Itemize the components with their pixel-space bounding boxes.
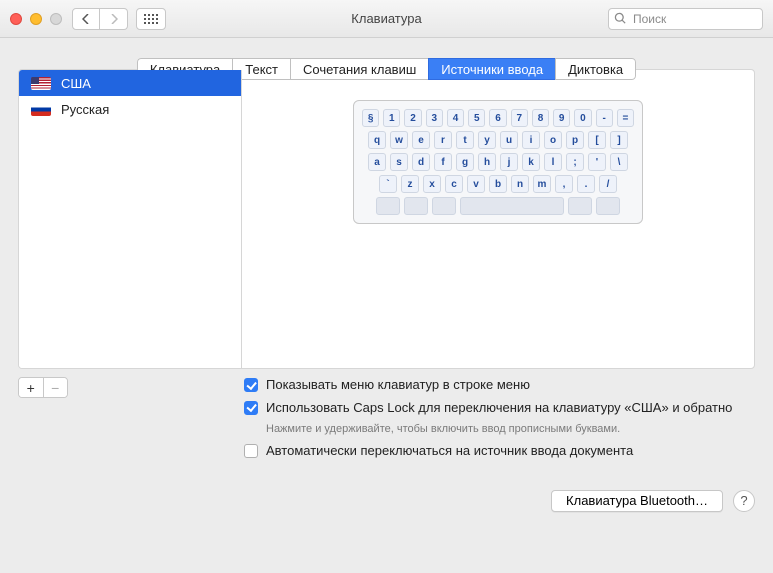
show-all-prefs-button[interactable]	[136, 8, 166, 30]
source-name: Русская	[61, 102, 109, 117]
remove-source-button[interactable]: −	[43, 378, 68, 397]
modifier-key	[376, 197, 400, 215]
keyboard-layout-preview: §1234567890-= qwertyuiop[] asdfghjkl;'\ `zx…	[353, 100, 643, 224]
key: 1	[383, 109, 400, 127]
help-button[interactable]: ?	[733, 490, 755, 512]
titlebar: Клавиатура	[0, 0, 773, 38]
key: n	[511, 175, 529, 193]
input-source-list[interactable]: США Русская	[19, 70, 242, 368]
key: x	[423, 175, 441, 193]
key: 7	[511, 109, 528, 127]
content: КлавиатураТекстСочетания клавишИсточники…	[0, 38, 773, 476]
layout-preview-pane: §1234567890-= qwertyuiop[] asdfghjkl;'\ `zx…	[242, 70, 754, 368]
options: Показывать меню клавиатур в строке меню …	[244, 377, 755, 460]
modifier-key	[568, 197, 592, 215]
key: 6	[489, 109, 506, 127]
key: s	[390, 153, 408, 171]
grid-icon	[144, 14, 158, 24]
back-button[interactable]	[72, 8, 100, 30]
search-icon	[614, 12, 627, 25]
key: [	[588, 131, 606, 149]
key: 2	[404, 109, 421, 127]
key: ]	[610, 131, 628, 149]
checkbox[interactable]	[244, 444, 258, 458]
window-controls	[10, 13, 62, 25]
key: l	[544, 153, 562, 171]
key: u	[500, 131, 518, 149]
key: f	[434, 153, 452, 171]
key: q	[368, 131, 386, 149]
search-field-wrap	[608, 8, 763, 30]
key: 8	[532, 109, 549, 127]
key: t	[456, 131, 474, 149]
source-item-us[interactable]: США	[19, 70, 241, 96]
option-auto-switch[interactable]: Автоматически переключаться на источник …	[244, 443, 755, 460]
key: '	[588, 153, 606, 171]
key: i	[522, 131, 540, 149]
search-input[interactable]	[608, 8, 763, 30]
footer: Клавиатура Bluetooth… ?	[0, 476, 773, 526]
option-caps-lock[interactable]: Использовать Caps Lock для переключения …	[244, 400, 755, 417]
modifier-key	[404, 197, 428, 215]
option-label: Автоматически переключаться на источник …	[266, 443, 633, 460]
sources-panel: США Русская §1234567890-= qwertyuiop[] asdf…	[18, 69, 755, 369]
close-window-button[interactable]	[10, 13, 22, 25]
bluetooth-keyboard-button[interactable]: Клавиатура Bluetooth…	[551, 490, 723, 512]
key: 3	[426, 109, 443, 127]
key: -	[596, 109, 613, 127]
option-label: Использовать Caps Lock для переключения …	[266, 400, 732, 417]
source-name: США	[61, 76, 91, 91]
key: h	[478, 153, 496, 171]
key: m	[533, 175, 551, 193]
modifier-key	[596, 197, 620, 215]
key: z	[401, 175, 419, 193]
minimize-window-button[interactable]	[30, 13, 42, 25]
key: c	[445, 175, 463, 193]
add-source-button[interactable]: +	[19, 378, 43, 397]
key: \	[610, 153, 628, 171]
key: .	[577, 175, 595, 193]
key: a	[368, 153, 386, 171]
key: r	[434, 131, 452, 149]
source-item-ru[interactable]: Русская	[19, 96, 241, 122]
key: y	[478, 131, 496, 149]
add-remove-source: + −	[18, 377, 68, 398]
key: 9	[553, 109, 570, 127]
key: e	[412, 131, 430, 149]
key: v	[467, 175, 485, 193]
nav-back-forward	[72, 8, 128, 30]
forward-button[interactable]	[100, 8, 128, 30]
key: 0	[574, 109, 591, 127]
key: =	[617, 109, 634, 127]
key: /	[599, 175, 617, 193]
key: 5	[468, 109, 485, 127]
key: §	[362, 109, 379, 127]
option-label: Показывать меню клавиатур в строке меню	[266, 377, 530, 394]
key: ;	[566, 153, 584, 171]
key: o	[544, 131, 562, 149]
zoom-window-button[interactable]	[50, 13, 62, 25]
option-show-menu[interactable]: Показывать меню клавиатур в строке меню	[244, 377, 755, 394]
key: d	[412, 153, 430, 171]
checkbox[interactable]	[244, 401, 258, 415]
flag-icon	[31, 103, 51, 116]
key: b	[489, 175, 507, 193]
key: j	[500, 153, 518, 171]
key: `	[379, 175, 397, 193]
key: p	[566, 131, 584, 149]
modifier-key	[460, 197, 564, 215]
option-hint: Нажмите и удерживайте, чтобы включить вв…	[266, 423, 755, 435]
key: w	[390, 131, 408, 149]
modifier-key	[432, 197, 456, 215]
key: k	[522, 153, 540, 171]
flag-icon	[31, 77, 51, 90]
key: ,	[555, 175, 573, 193]
checkbox[interactable]	[244, 378, 258, 392]
key: 4	[447, 109, 464, 127]
key: g	[456, 153, 474, 171]
